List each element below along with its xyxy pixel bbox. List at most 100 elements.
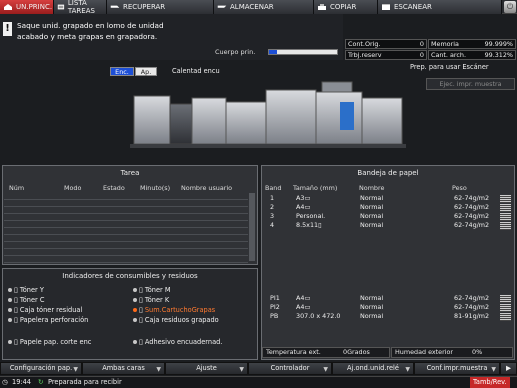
adjustment-button[interactable]: Ajuste ▼ (165, 362, 248, 375)
memory-value: 99.999% (484, 40, 513, 48)
tab-home-label: UN.PRINC. (16, 3, 53, 11)
consumable-icon: ▯ (14, 316, 18, 324)
top-tab-bar: UN.PRINC. LISTA TAREAS RECUPERAR ALMACEN… (0, 0, 517, 15)
original-count: Cont.Orig. 0 (345, 39, 427, 49)
job-row[interactable] (4, 221, 248, 228)
controller-button[interactable]: Controlador ▼ (248, 362, 332, 375)
temperature-label: Temperatura ext. (266, 348, 321, 356)
job-row[interactable] (4, 207, 248, 214)
job-row[interactable] (4, 242, 248, 249)
tray-row[interactable]: 1 A3▭ Normal 62-74g/m2 (264, 194, 498, 203)
heater-on-button[interactable]: Enc. (110, 67, 134, 76)
sample-print-settings-button[interactable]: Conf.impr.muestra ▼ (414, 362, 500, 375)
tray-name: Normal (360, 221, 384, 229)
tray-name: Normal (360, 312, 384, 320)
next-page-button[interactable]: ▶ (500, 362, 517, 375)
tray-name: Normal (360, 294, 384, 302)
warning-message-line2: acabado y meta grapas en grapadora. (17, 32, 158, 41)
consumable-icon: ▯ (139, 316, 143, 324)
tab-job-list[interactable]: LISTA TAREAS (54, 0, 107, 15)
power-icon[interactable]: ⏻ (504, 1, 516, 13)
consumable-label: Tóner C (19, 296, 45, 304)
controller-label: Controlador (270, 364, 310, 372)
consumable-label: Papelera perforación (19, 316, 89, 324)
printer-illustration (130, 81, 406, 148)
relay-curl-button[interactable]: Aj.ond.unid.relé ▼ (332, 362, 414, 375)
clock-icon: ◷ (2, 378, 8, 386)
duplex-label: Ambas caras (102, 364, 145, 372)
job-row[interactable] (4, 214, 248, 221)
consumable-item: ▯ Papele pap. corte enc (8, 338, 91, 346)
outside-temperature: Temperatura ext. 0Grados (262, 347, 390, 358)
tray-weight: 62-74g/m2 (454, 303, 490, 311)
tray-row[interactable]: 4 8.5x11▯ Normal 62-74g/m2 (264, 221, 498, 230)
job-row[interactable] (4, 228, 248, 235)
tab-store[interactable]: ALMACENAR (214, 0, 314, 14)
status-bar: ◷ 19:44 ↻ Preparada para recibir Tamb/Re… (0, 376, 517, 388)
tray-size: A4▭ (296, 294, 311, 302)
duplex-button[interactable]: Ambas caras ▼ (82, 362, 165, 375)
memory-usage: Memoria 99.999% (428, 39, 516, 49)
tray-col-name: Nombre (359, 184, 385, 192)
file-quantity-label: Cant. arch. (431, 51, 466, 59)
ready-icon: ↻ (38, 378, 44, 386)
tab-copy[interactable]: COPIAR (314, 0, 378, 14)
status-indicator-icon (133, 340, 137, 344)
tray-row[interactable]: PB 307.0 x 472.0 Normal 81-91g/m2 (264, 312, 498, 321)
heater-status-label: Calentad encu (172, 67, 220, 75)
chevron-down-icon: ▼ (73, 366, 78, 373)
tray-size: Personal. (296, 212, 326, 220)
tray-row[interactable]: PI1 A4▭ Normal 62-74g/m2 (264, 294, 498, 303)
tab-recall[interactable]: RECUPERAR (107, 0, 214, 14)
paper-level-icon (500, 313, 511, 321)
status-time: 19:44 (12, 378, 32, 386)
tray-row[interactable]: PI2 A4▭ Normal 62-74g/m2 (264, 303, 498, 312)
tray-weight: 62-74g/m2 (454, 221, 490, 229)
consumable-label: Caja residuos grapado (144, 316, 219, 324)
sample-print-settings-label: Conf.impr.muestra (426, 364, 488, 372)
tab-job-list-label: LISTA TAREAS (67, 0, 95, 15)
consumable-icon: ▯ (139, 338, 143, 346)
tray-weight: 62-74g/m2 (454, 294, 490, 302)
store-icon (217, 5, 227, 8)
job-row[interactable] (4, 235, 248, 242)
front-back-indicator[interactable]: Tamb/Rev. (470, 377, 510, 388)
tray-row[interactable]: 2 A4▭ Normal 62-74g/m2 (264, 203, 498, 212)
consumable-icon: ▯ (139, 306, 143, 314)
job-row[interactable] (4, 200, 248, 207)
bottom-button-bar: Configuración pap. ▼ Ambas caras ▼ Ajuste ▼… (0, 362, 517, 375)
scanner-status: Prep. para usar Escáner (410, 63, 489, 71)
consumable-item: ▯ Tóner M (133, 286, 171, 294)
consumable-item: ▯ Adhesivo encuadernad. (133, 338, 222, 346)
tab-recall-label: RECUPERAR (123, 3, 166, 11)
job-row[interactable] (4, 249, 248, 256)
tray-col-size: Tamaño (mm) (293, 184, 338, 192)
recall-icon (110, 5, 120, 8)
consumable-item: ▯ Caja tóner residual (8, 306, 82, 314)
tab-home[interactable]: UN.PRINC. (0, 0, 54, 14)
consumable-label: Tóner K (144, 296, 170, 304)
consumable-item: ▯ Papelera perforación (8, 316, 88, 324)
consumable-item: ▯ Sum.CartuchoGrapas (133, 306, 215, 314)
consumable-label: Papele pap. corte enc (19, 338, 92, 346)
tray-row[interactable]: 3 Personal. Normal 62-74g/m2 (264, 212, 498, 221)
tray-weight: 81-91g/m2 (454, 312, 490, 320)
heater-off-button[interactable]: Ap. (135, 67, 157, 76)
sample-print-button[interactable]: Ejec. impr. muestra (426, 78, 515, 90)
tray-band: PI1 (270, 294, 280, 302)
status-indicator-icon (8, 308, 12, 312)
alert-indicator-icon (133, 308, 137, 312)
consumable-item: ▯ Caja residuos grapado (133, 316, 219, 324)
tray-band: 4 (270, 221, 275, 229)
warning-message-line1: Saque unid. grapado en lomo de unidad (17, 21, 164, 30)
paper-setting-button[interactable]: Configuración pap. ▼ (0, 362, 82, 375)
main-body-label: Cuerpo prin. (215, 48, 256, 56)
consumable-icon: ▯ (139, 286, 143, 294)
job-row[interactable] (4, 256, 248, 263)
job-row[interactable] (4, 193, 248, 200)
consumable-label: Caja tóner residual (19, 306, 83, 314)
tab-scan[interactable]: ESCANEAR (378, 0, 502, 14)
job-list-scrollbar[interactable] (249, 193, 255, 261)
consumable-icon: ▯ (139, 296, 143, 304)
paper-level-icon (500, 213, 511, 221)
